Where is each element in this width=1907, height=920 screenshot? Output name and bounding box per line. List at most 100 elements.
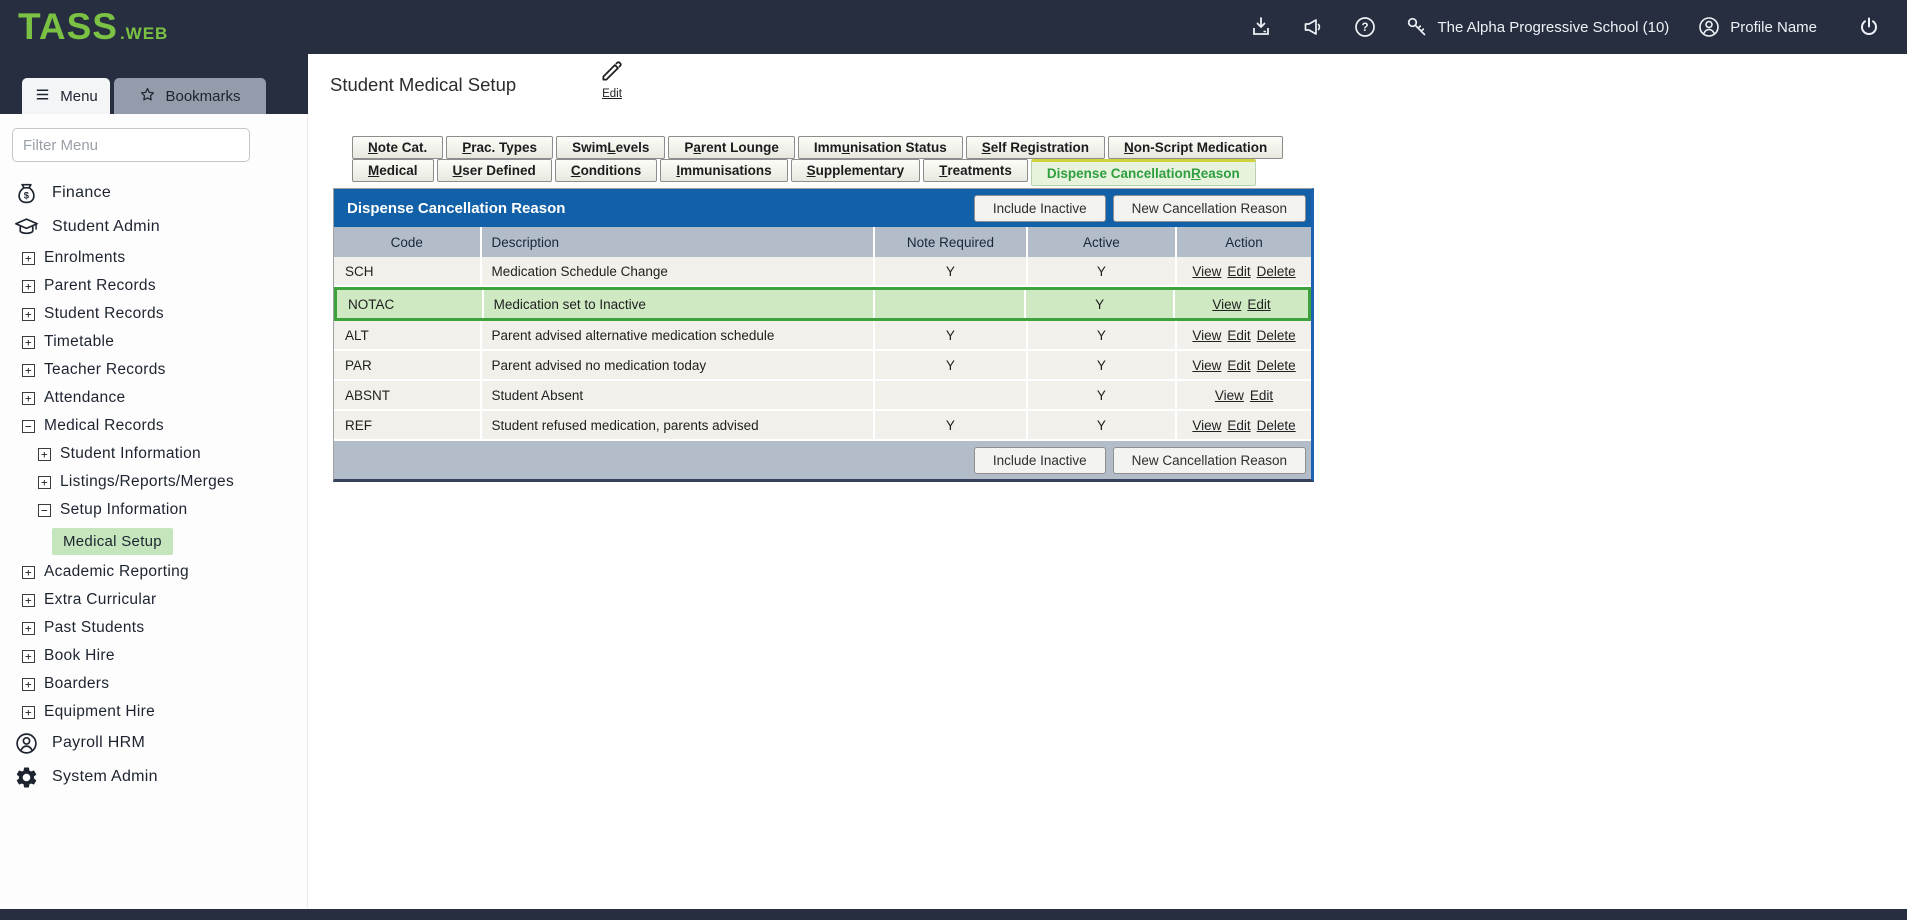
description-cell: Parent advised alternative medication sc… xyxy=(482,321,876,349)
sidebar-item-student-admin[interactable]: Student Admin xyxy=(0,210,307,244)
logout-icon[interactable] xyxy=(1857,15,1881,39)
delete-link[interactable]: Delete xyxy=(1257,358,1296,373)
delete-link[interactable]: Delete xyxy=(1257,418,1296,433)
action-cell: View Edit Delete xyxy=(1177,321,1311,349)
plus-box-icon[interactable]: + xyxy=(22,650,35,663)
money-bag-icon: $ xyxy=(14,181,39,206)
delete-link[interactable]: Delete xyxy=(1257,328,1296,343)
view-link[interactable]: View xyxy=(1215,388,1244,403)
sidebar-item-past-students[interactable]: +Past Students xyxy=(0,614,307,642)
include-inactive-button[interactable]: Include Inactive xyxy=(974,447,1106,474)
sidebar-item-label: Boarders xyxy=(44,675,109,693)
include-inactive-button[interactable]: Include Inactive xyxy=(974,195,1106,222)
tab-note-cat[interactable]: Note Cat. xyxy=(352,136,443,159)
plus-box-icon[interactable]: + xyxy=(22,594,35,607)
edit-link[interactable]: Edit xyxy=(1227,328,1250,343)
sidebar-item-payroll-hrm[interactable]: Payroll HRM xyxy=(0,726,307,760)
plus-box-icon[interactable]: + xyxy=(38,476,51,489)
edit-link[interactable]: Edit xyxy=(1250,388,1273,403)
view-link[interactable]: View xyxy=(1212,297,1241,312)
tab-parent-lounge[interactable]: Parent Lounge xyxy=(668,136,795,159)
download-icon[interactable] xyxy=(1249,15,1273,39)
sidebar-item-medical-records[interactable]: −Medical Records xyxy=(0,412,307,440)
menu-tab[interactable]: Menu xyxy=(22,78,110,114)
sidebar-item-teacher-records[interactable]: +Teacher Records xyxy=(0,356,307,384)
code-cell: PAR xyxy=(334,351,482,379)
minus-box-icon[interactable]: − xyxy=(38,504,51,517)
bookmarks-tab[interactable]: Bookmarks xyxy=(114,78,266,114)
svg-text:$: $ xyxy=(24,190,30,200)
column-header-description: Description xyxy=(482,227,876,257)
plus-box-icon[interactable]: + xyxy=(22,252,35,265)
tab-conditions[interactable]: Conditions xyxy=(555,159,658,182)
plus-box-icon[interactable]: + xyxy=(22,678,35,691)
edit-link[interactable]: Edit xyxy=(1227,264,1250,279)
description-cell: Parent advised no medication today xyxy=(482,351,876,379)
sidebar-item-student-records[interactable]: +Student Records xyxy=(0,300,307,328)
tab-immunisation-status[interactable]: Immunisation Status xyxy=(798,136,963,159)
sidebar-item-boarders[interactable]: + Boarders xyxy=(0,670,307,698)
tab-non-script-medication[interactable]: Non-Script Medication xyxy=(1108,136,1283,159)
tab-supplementary[interactable]: Supplementary xyxy=(791,159,921,182)
sidebar-item-timetable[interactable]: +Timetable xyxy=(0,328,307,356)
edit-link[interactable]: Edit xyxy=(1227,358,1250,373)
column-header-active: Active xyxy=(1028,227,1177,257)
plus-box-icon[interactable]: + xyxy=(22,392,35,405)
profile-menu[interactable]: Profile Name xyxy=(1697,15,1817,39)
sidebar-item-enrolments[interactable]: +Enrolments xyxy=(0,244,307,272)
edit-page-button[interactable]: Edit xyxy=(592,58,632,100)
new-cancellation-reason-button[interactable]: New Cancellation Reason xyxy=(1113,195,1306,222)
sidebar-item-finance[interactable]: $Finance xyxy=(0,176,307,210)
code-cell: NOTAC xyxy=(337,290,484,318)
school-selector[interactable]: The Alpha Progressive School (10) xyxy=(1405,15,1670,39)
action-cell: View Edit Delete xyxy=(1177,411,1311,439)
plus-box-icon[interactable]: + xyxy=(22,706,35,719)
sidebar-item-equipment-hire[interactable]: +Equipment Hire xyxy=(0,698,307,726)
sidebar-item-listings-reports-merges[interactable]: + Listings/Reports/Merges xyxy=(0,468,307,496)
sidebar-item-label: Listings/Reports/Merges xyxy=(60,473,234,491)
view-link[interactable]: View xyxy=(1192,328,1221,343)
sidebar-item-setup-information[interactable]: −Setup Information xyxy=(0,496,307,524)
code-cell: SCH xyxy=(334,257,482,285)
action-cell: View Edit Delete xyxy=(1177,257,1311,285)
tab-self-registration[interactable]: Self Registration xyxy=(966,136,1105,159)
edit-link[interactable]: Edit xyxy=(1227,418,1250,433)
sidebar-item-parent-records[interactable]: +Parent Records xyxy=(0,272,307,300)
column-header-note-required: Note Required xyxy=(875,227,1027,257)
filter-menu-input[interactable] xyxy=(12,128,250,162)
plus-box-icon[interactable]: + xyxy=(38,448,51,461)
tab-swim-levels[interactable]: Swim Levels xyxy=(556,136,665,159)
sidebar-item-extra-curricular[interactable]: + Extra Curricular xyxy=(0,586,307,614)
tab-immunisations[interactable]: Immunisations xyxy=(660,159,787,182)
tab-dispense-cancellation-reason[interactable]: Dispense Cancellation Reason xyxy=(1031,159,1256,186)
plus-box-icon[interactable]: + xyxy=(22,336,35,349)
sidebar-item-academic-reporting[interactable]: +Academic Reporting xyxy=(0,558,307,586)
view-link[interactable]: View xyxy=(1192,358,1221,373)
tab-medical[interactable]: Medical xyxy=(352,159,434,182)
plus-box-icon[interactable]: + xyxy=(22,364,35,377)
sidebar-item-system-admin[interactable]: System Admin xyxy=(0,760,307,794)
plus-box-icon[interactable]: + xyxy=(22,622,35,635)
plus-box-icon[interactable]: + xyxy=(22,280,35,293)
table-row-sch: SCHMedication Schedule ChangeYYViewEditD… xyxy=(334,257,1311,287)
plus-box-icon[interactable]: + xyxy=(22,566,35,579)
tab-user-defined[interactable]: User Defined xyxy=(437,159,552,182)
sidebar-item-student-information[interactable]: +Student Information xyxy=(0,440,307,468)
sidebar-item-label: Extra Curricular xyxy=(44,591,156,609)
announcements-icon[interactable] xyxy=(1301,15,1325,39)
edit-link[interactable]: Edit xyxy=(1247,297,1270,312)
view-link[interactable]: View xyxy=(1192,264,1221,279)
sidebar-item-medical-setup[interactable]: Medical Setup xyxy=(0,524,307,558)
delete-link[interactable]: Delete xyxy=(1257,264,1296,279)
minus-box-icon[interactable]: − xyxy=(22,420,35,433)
help-icon[interactable]: ? xyxy=(1353,15,1377,39)
sidebar-item-label: Medical Setup xyxy=(52,528,173,555)
plus-box-icon[interactable]: + xyxy=(22,308,35,321)
new-cancellation-reason-button[interactable]: New Cancellation Reason xyxy=(1113,447,1306,474)
setup-tabs: Note Cat.Prac. TypesSwim LevelsParent Lo… xyxy=(352,136,1283,186)
sidebar-item-attendance[interactable]: +Attendance xyxy=(0,384,307,412)
tab-prac-types[interactable]: Prac. Types xyxy=(446,136,553,159)
view-link[interactable]: View xyxy=(1192,418,1221,433)
tab-treatments[interactable]: Treatments xyxy=(923,159,1028,182)
sidebar-item-book-hire[interactable]: +Book Hire xyxy=(0,642,307,670)
